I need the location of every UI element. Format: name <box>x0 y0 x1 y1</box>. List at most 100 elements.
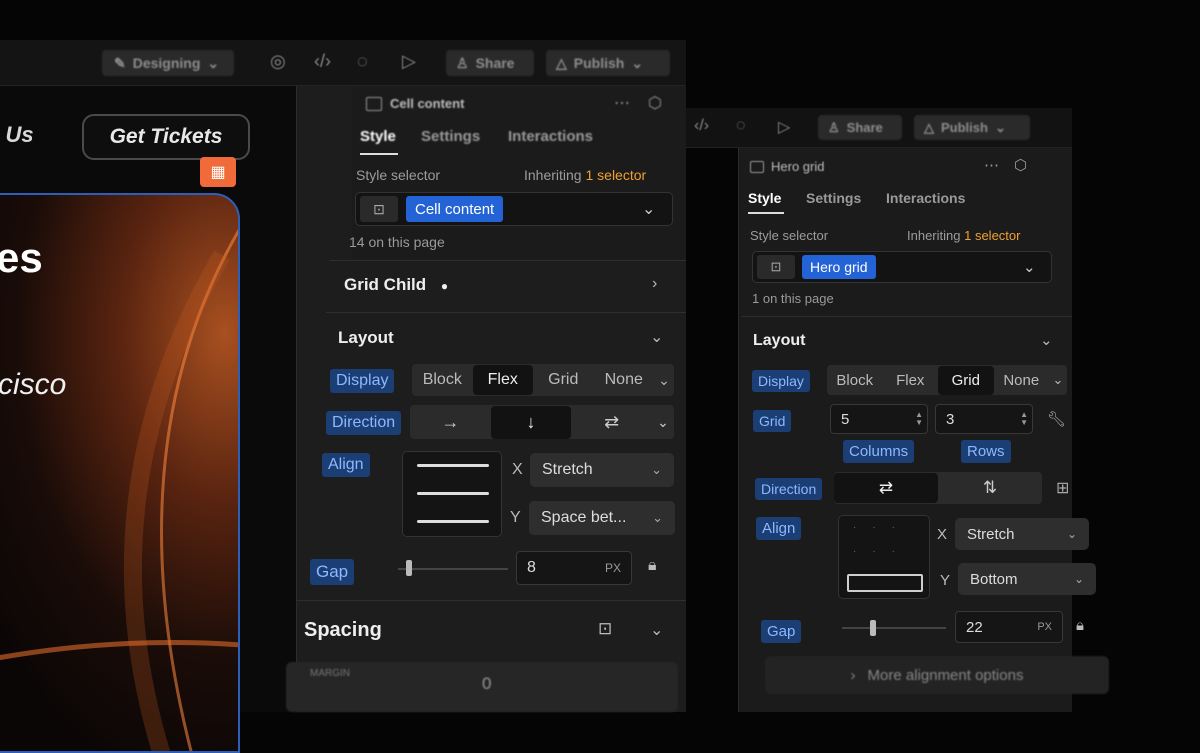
selector-add-icon[interactable]: ⊡ <box>360 196 398 222</box>
play-icon[interactable]: ▷ <box>778 117 790 137</box>
chevron-down-icon[interactable]: ⌄ <box>1040 331 1053 349</box>
display-option-none[interactable]: None <box>994 372 1050 389</box>
inheriting-text: Inheriting 1 selector <box>907 228 1021 243</box>
reverse-icon[interactable]: ⇅ <box>938 478 1042 498</box>
nav-contact-link[interactable]: t Us <box>0 122 34 148</box>
lock-icon[interactable]: 🔒︎ <box>1076 617 1084 634</box>
direction-segmented-control[interactable]: ⇄ ⇅ <box>834 472 1042 504</box>
align-x-dropdown[interactable]: Stretch ⌄ <box>530 453 674 487</box>
chevron-down-icon: ⌄ <box>651 462 662 477</box>
preview-eye-icon[interactable]: ◎ <box>270 51 286 72</box>
columns-label: Columns <box>843 440 915 463</box>
display-option-flex[interactable]: Flex <box>472 365 533 395</box>
gap-input[interactable]: 8 PX <box>516 551 632 585</box>
align-x-dropdown[interactable]: Stretch ⌄ <box>955 518 1089 550</box>
gap-input[interactable]: 22 PX <box>955 611 1063 643</box>
align-grid-control[interactable] <box>402 451 502 537</box>
chevron-down-icon[interactable]: ⌄ <box>1049 372 1067 388</box>
layout-section-title[interactable]: Layout <box>338 328 394 348</box>
more-icon[interactable]: ⋯ <box>614 93 630 113</box>
gap-slider-track[interactable] <box>398 568 508 570</box>
spacing-mode-icon[interactable]: ⊡ <box>598 619 612 639</box>
chevron-down-icon[interactable]: ⌄ <box>650 620 663 640</box>
arrow-right-icon[interactable]: → <box>410 412 491 433</box>
share-button[interactable]: ♙ Share <box>818 115 902 140</box>
components-icon[interactable]: ⬡ <box>1014 156 1027 174</box>
margin-top-value[interactable]: 0 <box>482 674 491 694</box>
play-icon[interactable]: ▷ <box>402 51 416 72</box>
get-tickets-button[interactable]: Get Tickets <box>82 114 250 160</box>
grid-add-icon[interactable]: ⊞ <box>1056 478 1069 498</box>
code-icon[interactable]: ‹/› <box>314 51 331 72</box>
align-y-axis-label: Y <box>510 509 521 526</box>
align-label: Align <box>756 517 802 540</box>
comment-icon[interactable]: ◌ <box>357 51 368 72</box>
divider <box>326 312 686 313</box>
gap-unit[interactable]: PX <box>1037 621 1052 633</box>
grid-child-section[interactable]: Grid Child ● <box>344 275 448 295</box>
tab-style[interactable]: Style <box>360 128 396 145</box>
user-icon: ♙ <box>828 119 840 135</box>
tab-settings[interactable]: Settings <box>421 128 480 145</box>
display-option-flex[interactable]: Flex <box>883 372 939 389</box>
components-icon[interactable]: ⬡ <box>648 93 662 113</box>
margin-box[interactable]: MARGIN 0 <box>286 662 678 712</box>
gap-slider-thumb[interactable] <box>870 620 876 636</box>
chevron-down-icon[interactable]: ⌄ <box>642 199 655 219</box>
gap-slider-track[interactable] <box>842 627 946 629</box>
stepper-icon[interactable]: ▲ ▼ <box>1020 411 1028 427</box>
display-option-block[interactable]: Block <box>827 372 883 389</box>
align-x-axis-label: X <box>937 526 948 543</box>
selector-count[interactable]: 1 selector <box>585 167 646 183</box>
align-grid-control[interactable]: ··· ··· <box>838 515 930 599</box>
spacing-section-title[interactable]: Spacing <box>304 619 382 642</box>
align-line <box>417 464 489 467</box>
code-icon[interactable]: ‹/› <box>694 117 709 135</box>
class-tag[interactable]: Cell content <box>406 196 504 222</box>
class-tag[interactable]: Hero grid <box>802 255 876 279</box>
chevron-down-icon: ⌄ <box>1073 572 1084 586</box>
align-y-dropdown[interactable]: Space bet... ⌄ <box>529 501 675 535</box>
rows-input[interactable]: 3 ▲ ▼ <box>935 404 1033 434</box>
selector-add-icon[interactable]: ⊡ <box>757 255 795 279</box>
selector-field[interactable] <box>355 192 673 226</box>
layout-section-title[interactable]: Layout <box>753 332 805 350</box>
chevron-down-icon[interactable]: ⌄ <box>652 414 674 431</box>
wrench-icon[interactable]: 🔧︎ <box>1047 410 1066 428</box>
display-option-grid[interactable]: Grid <box>533 371 594 389</box>
direction-segmented-control[interactable]: → ↓ ⇄ ⌄ <box>410 405 674 439</box>
publish-button[interactable]: △ Publish ⌄ <box>914 115 1030 140</box>
panel2-element-header: Hero grid <box>750 159 824 174</box>
chevron-right-icon[interactable]: › <box>652 275 657 293</box>
chevron-down-icon[interactable]: ⌄ <box>650 327 663 347</box>
tab-style[interactable]: Style <box>748 190 781 206</box>
more-icon[interactable]: ⋯ <box>984 156 999 174</box>
tab-interactions[interactable]: Interactions <box>508 128 593 145</box>
gap-unit[interactable]: PX <box>605 561 621 575</box>
grid-badge-icon[interactable]: ▦ <box>200 157 236 187</box>
arrow-down-icon[interactable]: ↓ <box>490 405 572 439</box>
chevron-down-icon[interactable]: ⌄ <box>1023 258 1036 276</box>
display-option-grid[interactable]: Grid <box>938 365 994 395</box>
chevron-down-icon[interactable]: ⌄ <box>654 372 674 389</box>
display-option-none[interactable]: None <box>594 371 655 389</box>
display-segmented-control[interactable]: Block Flex Grid None ⌄ <box>412 364 674 396</box>
share-button[interactable]: ♙ Share <box>446 50 534 76</box>
selector-field[interactable] <box>752 251 1052 283</box>
mode-dropdown[interactable]: ✎ Designing ⌄ <box>102 50 234 76</box>
wrap-icon[interactable]: ⇄ <box>571 412 652 433</box>
stepper-icon[interactable]: ▲ ▼ <box>915 411 923 427</box>
more-alignment-options-button[interactable]: › More alignment options <box>765 656 1109 694</box>
display-segmented-control[interactable]: Block Flex Grid None ⌄ <box>827 365 1067 395</box>
tab-interactions[interactable]: Interactions <box>886 190 965 206</box>
publish-button[interactable]: △ Publish ⌄ <box>546 50 670 76</box>
selector-count[interactable]: 1 selector <box>964 228 1020 243</box>
display-option-block[interactable]: Block <box>412 371 473 389</box>
columns-input[interactable]: 5 ▲ ▼ <box>830 404 928 434</box>
lock-icon[interactable]: 🔒︎ <box>648 557 657 575</box>
comment-icon[interactable]: ◌ <box>736 117 746 135</box>
gap-slider-thumb[interactable] <box>406 560 412 576</box>
align-y-dropdown[interactable]: Bottom ⌄ <box>958 563 1096 595</box>
tab-settings[interactable]: Settings <box>806 190 861 206</box>
wrap-icon[interactable]: ⇄ <box>834 473 938 503</box>
